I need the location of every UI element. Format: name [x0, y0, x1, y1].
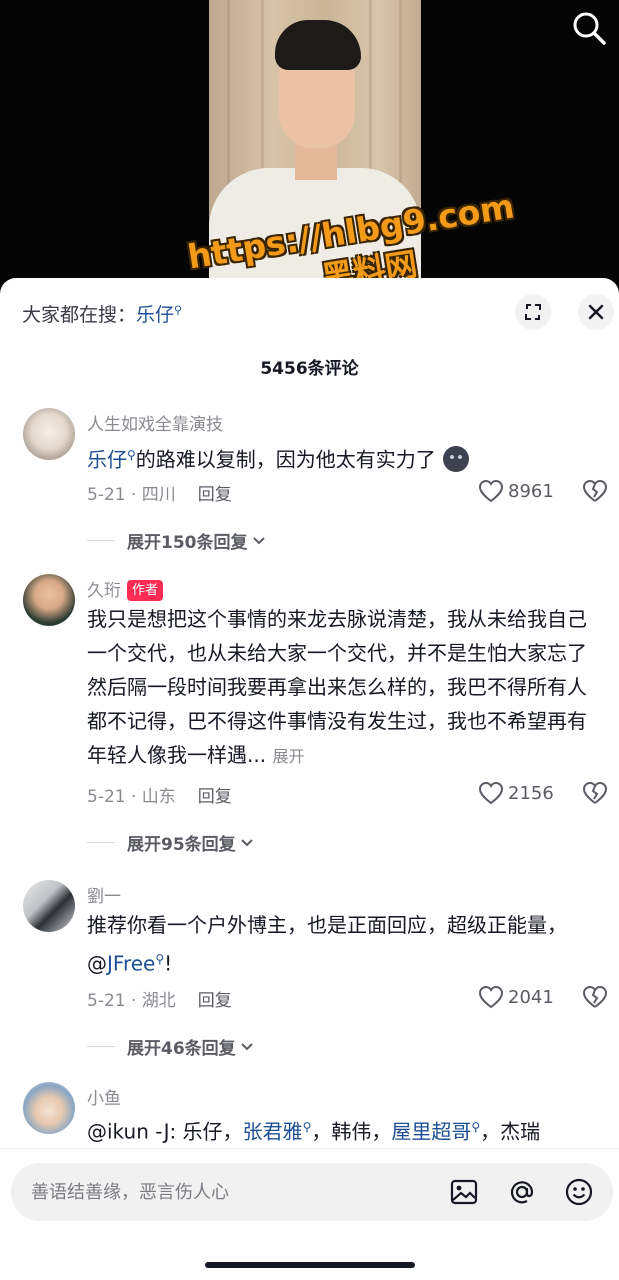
- username-text: 久珩: [87, 581, 121, 601]
- comment-text: 我只是想把这个事情的来龙去脉说清楚，我从未给我自己一个交代，也从未给大家一个交代…: [87, 602, 597, 774]
- comment-body: 推荐你看一个户外博主，也是正面回应，超级正能量，: [87, 913, 567, 937]
- comment-meta: 5-21 · 四川 回复: [87, 480, 232, 505]
- mention-prefix: @: [87, 951, 107, 976]
- search-small-icon: ⚲: [127, 448, 136, 462]
- home-indicator: [205, 1262, 415, 1268]
- hot-search-term[interactable]: 乐仔: [136, 304, 174, 326]
- search-icon[interactable]: [569, 8, 609, 48]
- avatar[interactable]: [23, 408, 75, 460]
- broken-heart-icon[interactable]: [582, 478, 608, 504]
- comment-body: 的路难以复制，因为他太有实力了: [135, 447, 436, 472]
- avatar[interactable]: [23, 880, 75, 932]
- comment-body: 我只是想把这个事情的来龙去脉说清楚，我从未给我自己一个交代，也从未给大家一个交代…: [87, 607, 587, 767]
- comment-username[interactable]: 久珩 作者: [87, 576, 164, 601]
- close-button[interactable]: [578, 294, 614, 330]
- comment-username[interactable]: 劉一: [87, 882, 121, 907]
- comment-text: 推荐你看一个户外博主，也是正面回应，超级正能量， @JFree⚲!: [87, 908, 597, 981]
- like-count: 2156: [508, 782, 554, 804]
- like-button[interactable]: 8961: [478, 478, 554, 504]
- expand-replies-button[interactable]: 展开150条回复: [87, 528, 267, 553]
- search-small-icon: ⚲: [471, 1120, 481, 1134]
- comment-body: ，韩伟，: [311, 1119, 392, 1144]
- mention-link[interactable]: JFree: [107, 952, 155, 976]
- expand-replies-button[interactable]: 展开46条回复: [87, 1034, 255, 1059]
- expand-replies-label: 展开150条回复: [127, 532, 248, 553]
- comment-meta: 5-21 · 山东 回复: [87, 782, 232, 807]
- comment-date-location: 5-21 · 四川: [87, 485, 176, 505]
- comment-panel: 大家都在搜：乐仔⚲ 5456条评论 人生如戏全靠演技 乐仔⚲的路难以复制，因为他…: [0, 278, 619, 1280]
- heart-icon: [478, 985, 504, 1009]
- reply-button[interactable]: 回复: [198, 485, 232, 505]
- comment-link[interactable]: 屋里超哥: [391, 1120, 471, 1144]
- comment-text: 乐仔⚲的路难以复制，因为他太有实力了: [87, 438, 597, 477]
- comment-date-location: 5-21 · 湖北: [87, 991, 176, 1011]
- comment-input-pill[interactable]: [11, 1163, 613, 1221]
- broken-heart-icon[interactable]: [582, 780, 608, 806]
- reply-button[interactable]: 回复: [198, 991, 232, 1011]
- like-count: 8961: [508, 480, 554, 502]
- show-more-link[interactable]: 展开: [272, 747, 304, 766]
- search-small-icon: ⚲: [174, 303, 183, 317]
- expand-replies-button[interactable]: 展开95条回复: [87, 830, 255, 855]
- video-player[interactable]: https://hlbg9.com 黑料网: [0, 0, 619, 300]
- expand-button[interactable]: [515, 294, 551, 330]
- comment-username[interactable]: 人生如戏全靠演技: [87, 410, 223, 435]
- broken-heart-icon[interactable]: [582, 984, 608, 1010]
- comment-link[interactable]: 张君雅: [243, 1120, 303, 1144]
- comment-input[interactable]: [31, 1163, 431, 1221]
- like-count: 2041: [508, 986, 554, 1008]
- comment-body: @ikun -J: 乐仔，: [87, 1119, 243, 1144]
- emoji-icon[interactable]: [564, 1177, 594, 1207]
- reply-button[interactable]: 回复: [198, 787, 232, 807]
- expand-icon: [525, 304, 541, 320]
- panel-header: 大家都在搜：乐仔⚲: [0, 278, 619, 348]
- comment-body: ，杰瑞: [480, 1119, 541, 1144]
- like-button[interactable]: 2156: [478, 780, 554, 806]
- mention-suffix: !: [164, 951, 173, 976]
- image-icon[interactable]: [449, 1177, 479, 1207]
- avatar[interactable]: [23, 1082, 75, 1134]
- at-icon[interactable]: [507, 1177, 537, 1207]
- comment-count: 5456条评论: [260, 359, 359, 379]
- comment-text: @ikun -J: 乐仔，张君雅⚲，韩伟，屋里超哥⚲，杰瑞: [87, 1110, 597, 1149]
- search-small-icon: ⚲: [155, 952, 165, 966]
- comment-input-bar: [0, 1148, 619, 1238]
- heart-icon: [478, 781, 504, 805]
- comment-username[interactable]: 小鱼: [87, 1084, 121, 1109]
- comment-meta: 5-21 · 湖北 回复: [87, 986, 232, 1011]
- heart-icon: [478, 479, 504, 503]
- close-icon: [588, 304, 604, 320]
- avatar[interactable]: [23, 574, 75, 626]
- chevron-down-icon: [240, 839, 253, 847]
- expand-replies-label: 展开46条回复: [127, 1038, 236, 1059]
- emoji-sticker-icon: [443, 445, 470, 472]
- comment-date-location: 5-21 · 山东: [87, 787, 176, 807]
- hot-search[interactable]: 大家都在搜：乐仔⚲: [22, 300, 182, 327]
- expand-replies-label: 展开95条回复: [127, 834, 236, 855]
- chevron-down-icon: [240, 1043, 253, 1051]
- hot-search-prefix: 大家都在搜：: [22, 304, 137, 326]
- like-button[interactable]: 2041: [478, 984, 554, 1010]
- chevron-down-icon: [252, 537, 265, 545]
- author-badge: 作者: [127, 580, 164, 601]
- comment-link[interactable]: 乐仔: [87, 448, 127, 472]
